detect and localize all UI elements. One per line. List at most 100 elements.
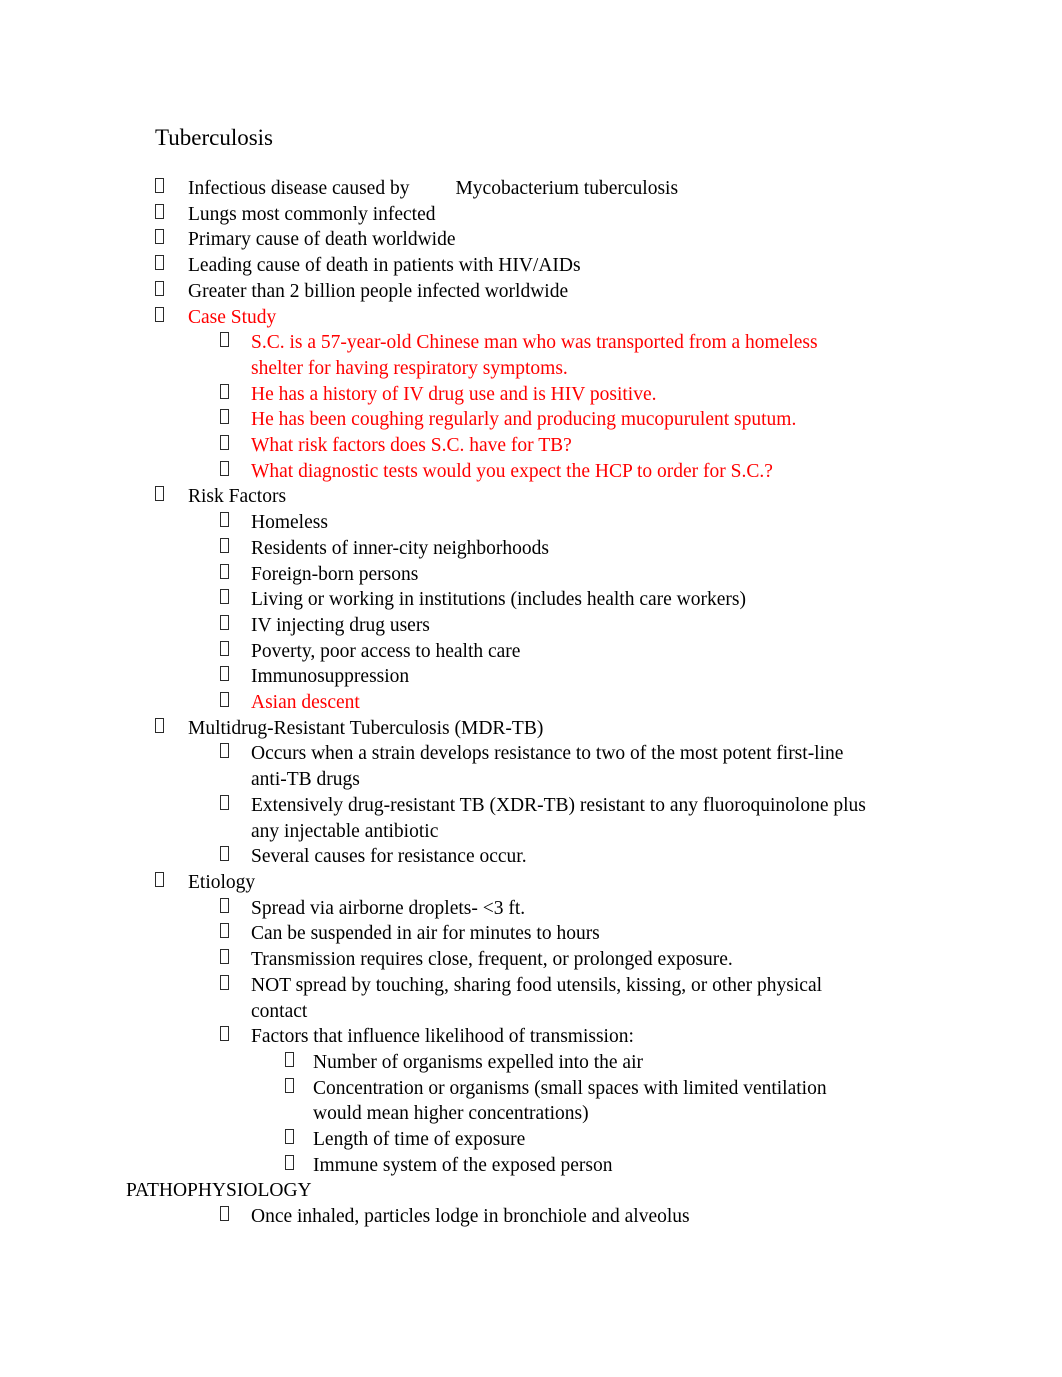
list-item: IV injecting drug users (0, 613, 1062, 639)
bullet-box-icon (220, 1026, 229, 1042)
list-item: Poverty, poor access to health care (0, 639, 1062, 665)
bullet-box-icon (220, 563, 229, 579)
bullet-box-icon (155, 203, 164, 219)
list-item-label: Concentration or organisms (small spaces… (313, 1077, 827, 1125)
list-item: Immune system of the exposed person (0, 1153, 1062, 1179)
list-item: What risk factors does S.C. have for TB? (0, 433, 1062, 459)
list-item: Can be suspended in air for minutes to h… (0, 921, 1062, 947)
bullet-box-icon (220, 589, 229, 605)
document-page: Tuberculosis Infectious disease caused b… (0, 0, 1062, 1377)
list-item-risk-factors: Risk Factors (0, 484, 1062, 510)
list-item-label: Etiology (188, 871, 256, 893)
list-item-etiology: Etiology (0, 870, 1062, 896)
bullet-box-icon (220, 640, 229, 656)
list-item-label: Lungs most commonly infected (188, 203, 436, 225)
list-item: Primary cause of death worldwide (0, 227, 1062, 253)
bullet-box-icon (285, 1154, 294, 1170)
list-item-label: S.C. is a 57-year-old Chinese man who wa… (251, 332, 818, 379)
list-item-label: Case Study (188, 306, 277, 328)
bullet-box-icon (285, 1077, 294, 1093)
list-item-label: What risk factors does S.C. have for TB? (251, 435, 572, 457)
list-item: Greater than 2 billion people infected w… (0, 279, 1062, 305)
list-item: Number of organisms expelled into the ai… (0, 1050, 1062, 1076)
bullet-box-icon (285, 1129, 294, 1145)
list-item: NOT spread by touching, sharing food ute… (0, 973, 1062, 1024)
list-item-label: Can be suspended in air for minutes to h… (251, 923, 600, 945)
list-item-label: IV injecting drug users (251, 614, 430, 636)
list-item: Leading cause of death in patients with … (0, 253, 1062, 279)
section-heading-pathophysiology: PATHOPHYSIOLOGY (0, 1178, 1062, 1204)
list-item-label: Several causes for resistance occur. (251, 846, 527, 868)
list-item-label: Asian descent (251, 692, 360, 714)
list-item-text-part-1: Infectious disease caused by (188, 178, 410, 199)
bullet-box-icon (220, 743, 229, 759)
bullet-box-icon (220, 846, 229, 862)
bullet-box-icon (220, 923, 229, 939)
list-item: Transmission requires close, frequent, o… (0, 947, 1062, 973)
bullet-box-icon (220, 614, 229, 630)
list-item-label: Poverty, poor access to health care (251, 640, 521, 662)
list-item-label: Occurs when a strain develops resistance… (251, 743, 844, 791)
bullet-box-icon (155, 255, 164, 271)
list-item: He has a history of IV drug use and is H… (0, 382, 1062, 408)
list-item: Immunosuppression (0, 664, 1062, 690)
bullet-box-icon (155, 178, 164, 193)
bullet-box-icon (220, 383, 229, 399)
list-item-label: Immune system of the exposed person (313, 1154, 613, 1176)
list-item: Residents of inner-city neighborhoods (0, 536, 1062, 562)
bullet-box-icon (220, 794, 229, 810)
bullet-box-icon (155, 280, 164, 296)
bullet-box-icon (155, 717, 164, 733)
bullet-box-icon (220, 897, 229, 913)
document-body: Infectious disease caused by Mycobacteriu… (0, 176, 1062, 1230)
page-title: Tuberculosis (155, 125, 273, 150)
bullet-box-icon (155, 486, 164, 502)
list-item: Factors that influence likelihood of tra… (0, 1024, 1062, 1050)
bullet-box-icon (220, 460, 229, 476)
list-item-label: Homeless (251, 512, 328, 534)
list-item-label: Spread via airborne droplets- <3 ft. (251, 897, 526, 919)
bullet-box-icon (220, 409, 229, 425)
bullet-box-icon (220, 974, 229, 990)
list-item-label: Extensively drug-resistant TB (XDR-TB) r… (251, 794, 866, 842)
list-item: Length of time of exposure (0, 1127, 1062, 1153)
list-item: Extensively drug-resistant TB (XDR-TB) r… (0, 793, 1062, 844)
bullet-box-icon (155, 871, 164, 887)
list-item: Living or working in institutions (inclu… (0, 587, 1062, 613)
list-item-case-study: Case Study (0, 305, 1062, 331)
list-item-label: Greater than 2 billion people infected w… (188, 280, 569, 302)
list-item-label: Residents of inner-city neighborhoods (251, 537, 550, 559)
list-item-label: Infectious disease caused by Mycobacteriu… (188, 176, 870, 202)
list-item-label: Immunosuppression (251, 666, 410, 688)
list-item-text-part-2: Mycobacterium tuberculosis (455, 178, 679, 199)
list-item-label: Foreign-born persons (251, 563, 419, 585)
list-item: He has been coughing regularly and produ… (0, 407, 1062, 433)
bullet-box-icon (220, 537, 229, 553)
list-item-label: Risk Factors (188, 486, 287, 508)
list-item: Asian descent (0, 690, 1062, 716)
list-item-label: Number of organisms expelled into the ai… (313, 1051, 643, 1073)
bullet-box-icon (220, 1206, 229, 1222)
list-item: Once inhaled, particles lodge in bronchi… (0, 1204, 1062, 1230)
bullet-box-icon (220, 332, 229, 348)
list-item: Infectious disease caused by Mycobacteriu… (0, 176, 1062, 202)
list-item: Foreign-born persons (0, 562, 1062, 588)
bullet-box-icon (155, 306, 164, 322)
list-item: S.C. is a 57-year-old Chinese man who wa… (0, 330, 1062, 381)
bullet-box-icon (220, 512, 229, 528)
list-item-label: Factors that influence likelihood of tra… (251, 1026, 634, 1048)
list-item: Spread via airborne droplets- <3 ft. (0, 896, 1062, 922)
list-item-label: Living or working in institutions (inclu… (251, 589, 746, 611)
list-item-label: He has a history of IV drug use and is H… (251, 383, 657, 405)
list-item: What diagnostic tests would you expect t… (0, 459, 1062, 485)
bullet-box-icon (220, 435, 229, 451)
bullet-box-icon (285, 1051, 294, 1067)
list-item: Lungs most commonly infected (0, 202, 1062, 228)
list-item-label: He has been coughing regularly and produ… (251, 409, 797, 431)
list-item: Concentration or organisms (small spaces… (0, 1076, 1062, 1127)
list-item-label: Length of time of exposure (313, 1129, 526, 1151)
list-item-label: Primary cause of death worldwide (188, 229, 456, 251)
bullet-box-icon (220, 666, 229, 682)
list-item-label: What diagnostic tests would you expect t… (251, 460, 773, 482)
section-heading-label: PATHOPHYSIOLOGY (126, 1180, 312, 1202)
